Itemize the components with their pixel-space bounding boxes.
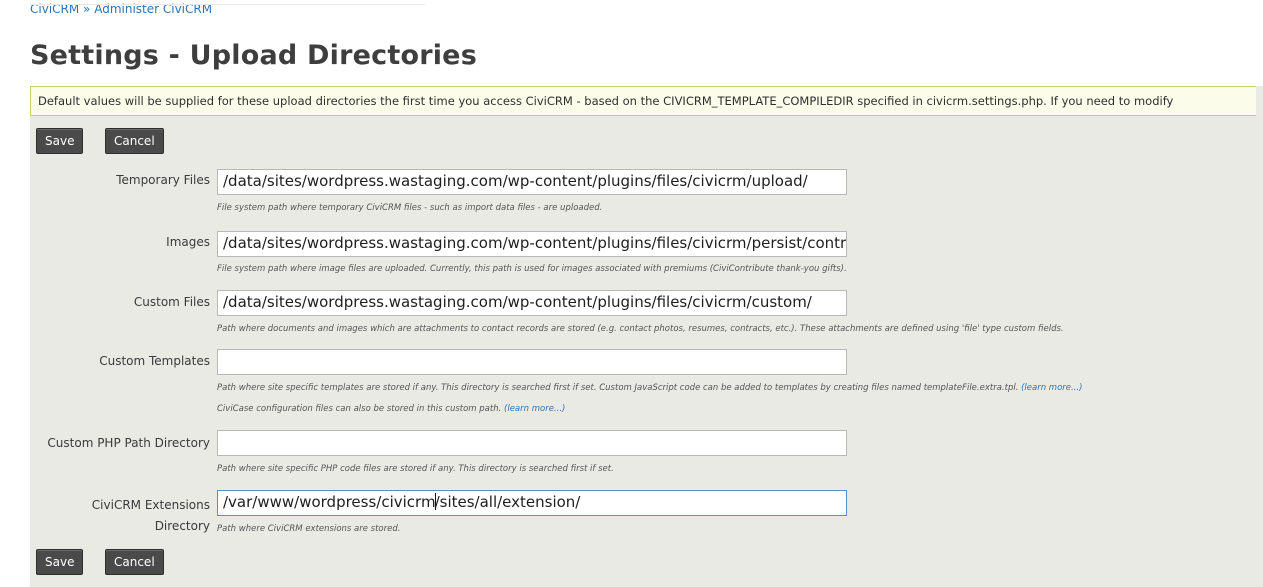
- custom-templates-learn-more-link[interactable]: (learn more...): [1021, 383, 1082, 393]
- extensions-directory-input[interactable]: /var/www/wordpress/civicrm/sites/all/ext…: [217, 490, 847, 516]
- cancel-button-bottom[interactable]: Cancel: [105, 549, 164, 575]
- extensions-label-line2: Directory: [154, 519, 210, 533]
- custom-templates-description-text: Path where site specific templates are s…: [217, 383, 1019, 393]
- extensions-value-before-caret: /var/www/wordpress/civicrm: [223, 493, 436, 511]
- civicase-learn-more-link[interactable]: (learn more...): [504, 404, 565, 414]
- custom-files-input[interactable]: /data/sites/wordpress.wastaging.com/wp-c…: [217, 290, 847, 316]
- custom-files-description: Path where documents and images which ar…: [217, 324, 1064, 334]
- civicase-description: CiviCase configuration files can also be…: [217, 404, 565, 414]
- help-text: Default values will be supplied for thes…: [38, 94, 1174, 108]
- save-button-top[interactable]: Save: [36, 128, 84, 154]
- extensions-directory-label: CiviCRM Extensions Directory: [92, 495, 210, 537]
- extensions-label-line1: CiviCRM Extensions: [91, 498, 210, 512]
- temporary-files-description: File system path where temporary CiviCRM…: [217, 203, 603, 213]
- images-input[interactable]: /data/sites/wordpress.wastaging.com/wp-c…: [217, 231, 847, 257]
- custom-php-path-input[interactable]: [217, 430, 847, 456]
- temporary-files-input[interactable]: /data/sites/wordpress.wastaging.com/wp-c…: [217, 169, 847, 195]
- custom-php-path-description: Path where site specific PHP code files …: [217, 464, 614, 474]
- images-label: Images: [166, 235, 210, 249]
- custom-templates-input[interactable]: [217, 349, 847, 375]
- cancel-button-top[interactable]: Cancel: [105, 128, 164, 154]
- custom-php-path-label: Custom PHP Path Directory: [47, 436, 210, 450]
- page-title: Settings - Upload Directories: [30, 40, 477, 71]
- custom-templates-description: Path where site specific templates are s…: [217, 383, 1082, 393]
- settings-form: Default values will be supplied for thes…: [30, 86, 1263, 587]
- custom-templates-label: Custom Templates: [99, 354, 210, 368]
- extensions-value-after-caret: /sites/all/extension/: [434, 493, 581, 511]
- temporary-files-label: Temporary Files: [116, 173, 210, 187]
- civicase-description-text: CiviCase configuration files can also be…: [217, 404, 502, 414]
- help-message: Default values will be supplied for thes…: [30, 86, 1256, 116]
- extensions-directory-description: Path where CiviCRM extensions are stored…: [217, 524, 401, 534]
- header-divider: [30, 4, 425, 5]
- images-description: File system path where image files are u…: [217, 264, 847, 274]
- save-button-bottom[interactable]: Save: [36, 549, 84, 575]
- custom-files-label: Custom Files: [133, 295, 210, 309]
